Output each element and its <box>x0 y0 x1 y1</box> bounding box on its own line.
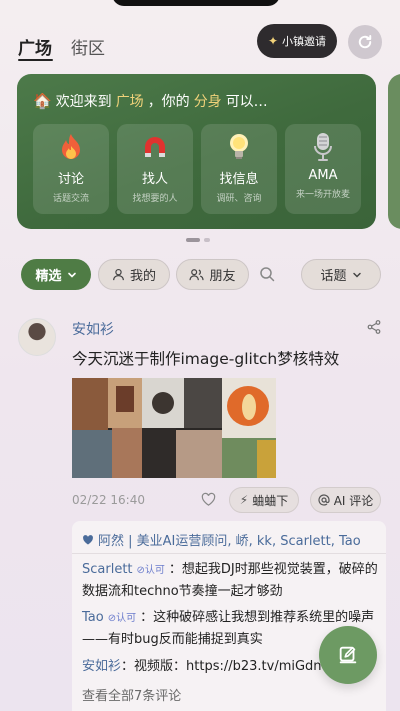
comment-author[interactable]: Tao <box>82 610 104 625</box>
heart-icon[interactable] <box>201 492 216 507</box>
refresh-icon <box>358 35 372 49</box>
chevron-down-icon <box>352 272 361 278</box>
comment-item[interactable]: Scarlett ⊘认可 ：想起我DJ时那些视觉装置，破碎的数据流和techno节奏… <box>82 559 382 602</box>
post-text: 今天沉迷于制作image-glitch梦核特效 <box>72 350 340 368</box>
share-icon[interactable] <box>367 320 381 334</box>
device-notch <box>112 0 280 6</box>
likes-row[interactable]: 阿然 | 美业AI运营顾问, 峤, kk, Scarlett, Tao <box>82 530 361 549</box>
town-invite-label: 小镇邀请 <box>282 35 327 48</box>
card-discuss[interactable]: 讨论 话题交流 <box>33 124 109 214</box>
card-find-people-sub: 找想要的人 <box>132 194 178 204</box>
feed-filters: 精选 我的 朋友 话题 <box>21 259 383 291</box>
filter-topic-label: 话题 <box>320 269 347 284</box>
fire-icon <box>56 132 86 162</box>
filter-friends[interactable]: 朋友 <box>176 259 249 290</box>
card-ama-label: AMA <box>308 168 338 183</box>
approved-badge-label: 认可 <box>116 613 137 624</box>
sparkle-icon: ✦ <box>267 34 279 48</box>
filter-featured-label: 精选 <box>35 269 62 284</box>
author-avatar[interactable] <box>18 318 56 356</box>
banner-title-self: 分身 <box>193 94 222 110</box>
town-invite-button[interactable]: ✦ 小镇邀请 <box>257 24 337 58</box>
feature-cards: 讨论 话题交流 找人 找想要的人 找信息 调研、咨询 AMA 来一场开放麦 <box>33 124 361 214</box>
ai-comment-label: AI 评论 <box>333 493 374 508</box>
lightbulb-icon <box>224 132 254 162</box>
active-tab-indicator <box>18 59 53 61</box>
nudge-button[interactable]: ⚡ 蛐蛐下 <box>229 487 299 513</box>
comment-item[interactable]: 安如衫：视频版：https://b23.tv/miGdn <box>82 656 322 677</box>
approved-badge: ⊘认可 <box>107 613 137 624</box>
card-discuss-sub: 话题交流 <box>52 194 89 204</box>
likes-names: 阿然 | 美业AI运营顾问, 峤, kk, Scarlett, Tao <box>98 534 361 549</box>
ai-comment-button[interactable]: AI 评论 <box>310 487 381 513</box>
heart-filled-icon <box>83 534 93 544</box>
filter-friends-label: 朋友 <box>209 269 236 284</box>
next-banner-peek[interactable] <box>388 74 400 229</box>
banner-title-suffix: 可以… <box>225 94 268 110</box>
banner-title-place: 广场 <box>115 94 144 110</box>
tab-plaza[interactable]: 广场 <box>18 34 52 59</box>
magnet-icon <box>140 132 170 162</box>
compose-button[interactable] <box>319 626 377 684</box>
lightning-icon: ⚡ <box>239 493 249 507</box>
carousel-dot-active[interactable] <box>186 238 200 242</box>
view-all-comments-link[interactable]: 查看全部7条评论 <box>82 685 181 704</box>
search-icon[interactable] <box>259 266 275 282</box>
person-icon <box>113 268 124 281</box>
microphone-icon <box>308 132 338 162</box>
edit-icon <box>339 646 357 664</box>
at-icon <box>318 494 330 506</box>
post-timestamp: 02/22 16:40 <box>72 493 145 507</box>
filter-mine-label: 我的 <box>129 269 156 284</box>
comment-text: ：视频版：https://b23.tv/miGdn <box>121 659 322 674</box>
banner-title-mid: ，你的 <box>147 94 190 110</box>
comment-author[interactable]: 安如衫 <box>82 659 121 674</box>
card-find-info-sub: 调研、咨询 <box>216 194 262 204</box>
card-find-info[interactable]: 找信息 调研、咨询 <box>201 124 277 214</box>
carousel-dots <box>186 238 210 242</box>
welcome-banner: 🏠 欢迎来到 广场 ，你的 分身 可以… 讨论 话题交流 找人 找想要的人 找信息 调研… <box>17 74 376 229</box>
nudge-label: 蛐蛐下 <box>252 493 289 508</box>
banner-title-prefix: 欢迎来到 <box>55 94 112 110</box>
filter-mine[interactable]: 我的 <box>98 259 170 290</box>
post-author[interactable]: 安如衫 <box>72 319 114 339</box>
card-ama[interactable]: AMA 来一场开放麦 <box>285 124 361 214</box>
approved-badge: ⊘认可 <box>136 565 165 576</box>
card-find-info-label: 找信息 <box>219 172 259 187</box>
banner-title: 🏠 欢迎来到 广场 ，你的 分身 可以… <box>33 91 268 111</box>
divider <box>72 553 386 554</box>
tab-neighborhood[interactable]: 街区 <box>71 34 105 59</box>
house-icon: 🏠 <box>33 92 52 110</box>
filter-topic[interactable]: 话题 <box>301 259 381 290</box>
refresh-button[interactable] <box>348 25 382 59</box>
filter-featured[interactable]: 精选 <box>21 259 91 290</box>
top-header: 广场 街区 ✦ 小镇邀请 <box>0 22 400 68</box>
approved-badge-label: 认可 <box>144 565 165 576</box>
people-icon <box>189 269 205 281</box>
chevron-down-icon <box>67 272 76 278</box>
card-find-people[interactable]: 找人 找想要的人 <box>117 124 193 214</box>
card-find-people-label: 找人 <box>141 172 168 187</box>
carousel-dot[interactable] <box>204 238 210 242</box>
post-image[interactable] <box>72 378 276 478</box>
card-discuss-label: 讨论 <box>57 172 84 187</box>
comment-author[interactable]: Scarlett <box>82 562 133 577</box>
card-ama-sub: 来一场开放麦 <box>295 190 350 200</box>
